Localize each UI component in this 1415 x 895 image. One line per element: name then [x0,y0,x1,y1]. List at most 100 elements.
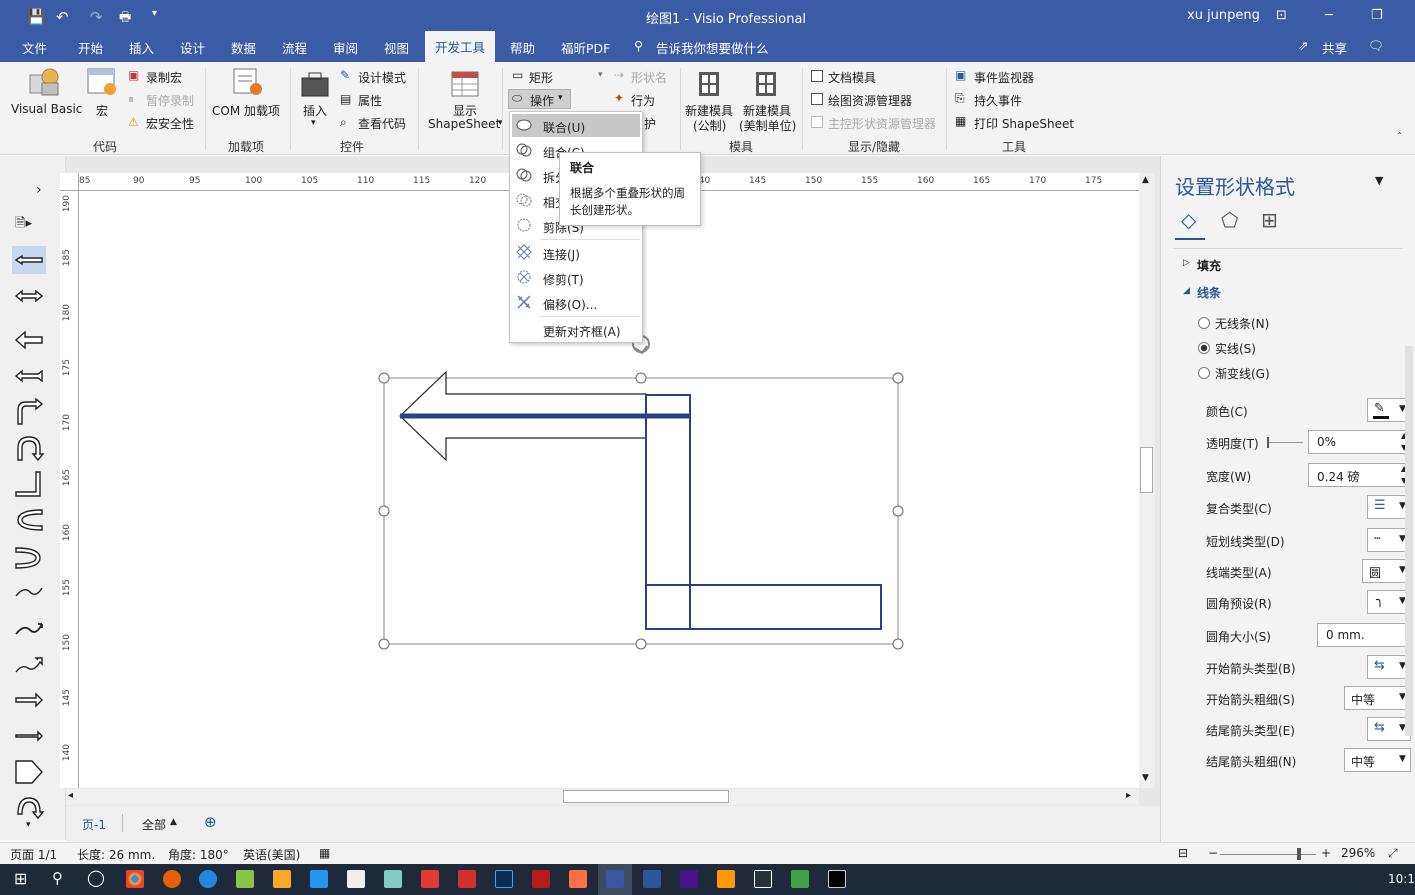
vscode-icon[interactable] [310,870,328,888]
doc-stencil-checkbox[interactable] [811,70,823,82]
stencil-arrow-wave[interactable] [12,614,46,642]
stencil-arrow-bent[interactable] [12,398,46,426]
share-button[interactable]: 共享 [1322,38,1347,57]
line-section-header[interactable]: 线条 [1197,284,1221,301]
ribbon-display-icon[interactable]: ⊡ [1276,8,1287,23]
stencil-arrow-left-notched[interactable] [12,362,46,390]
fit-page-icon[interactable]: ⤢ [1388,846,1398,861]
scroll-up-icon[interactable]: ▲ [1142,175,1149,185]
transparency-slider[interactable] [1267,442,1303,443]
tab-process[interactable]: 流程 [282,38,307,57]
resize-handle[interactable] [892,372,904,384]
tab-view[interactable]: 视图 [384,38,409,57]
gradient-line-radio[interactable] [1198,367,1210,379]
rounding-size-input[interactable]: 0 mm. [1317,623,1411,647]
event-monitor-button[interactable]: 事件监视器 [974,69,1034,86]
horizontal-scrollbar[interactable]: ◂ ▸ [66,789,1139,805]
zoom-slider[interactable] [1220,854,1316,855]
size-properties-icon[interactable]: ⊞ [1261,208,1278,232]
redo-icon[interactable]: ↷ [90,8,103,26]
macro-record-icon[interactable]: ▦ [319,846,330,860]
customize-qat-icon[interactable]: ▾ [152,8,157,19]
transparency-slider-thumb[interactable] [1267,437,1269,448]
chevron-down-icon[interactable]: ▾ [26,820,31,830]
stencil-arrow-curved-left[interactable] [12,506,46,534]
rectangle-button[interactable]: 矩形 [529,69,553,86]
tab-design[interactable]: 设计 [180,38,205,57]
resize-handle[interactable] [378,372,390,384]
app-green-icon[interactable] [791,870,809,888]
windows-start-icon[interactable]: ⊞ [14,869,27,888]
tab-home[interactable]: 开始 [78,38,103,57]
app-purple-icon[interactable] [680,870,698,888]
notepad-icon[interactable] [236,870,254,888]
vertical-rectangle-shape[interactable] [645,394,691,630]
undo-icon[interactable]: ↶ [56,8,69,26]
design-mode-button[interactable]: 设计模式 [358,69,406,86]
pane-scrollbar[interactable] [1405,346,1413,736]
vertical-scroll-thumb[interactable] [1140,447,1153,493]
task-view-icon[interactable]: ◯ [87,868,105,887]
macro-security-button[interactable]: 宏安全性 [146,115,194,132]
stencil-arrow-double[interactable] [12,282,46,310]
pane-options-icon[interactable]: ▼ [1375,174,1383,187]
tab-developer[interactable]: 开发工具 [425,31,496,62]
width-input[interactable]: 0.24 磅▲▼ [1308,463,1412,487]
tab-foxit-pdf[interactable]: 福昕PDF [561,38,610,57]
shape-name-button[interactable]: 形状名 [631,69,667,86]
stencil-pentagon-arrow[interactable] [12,758,46,786]
tab-review[interactable]: 审阅 [333,38,358,57]
resize-handle[interactable] [892,638,904,650]
resize-handle[interactable] [378,505,390,517]
drawing-explorer-checkbox[interactable] [811,93,823,105]
fill-section-header[interactable]: 填充 [1197,257,1221,274]
stencil-arrow-curved-right[interactable] [12,542,46,570]
visual-basic-button[interactable]: Visual Basic [11,102,82,116]
stencil-menu-icon[interactable]: 🗎▸ [15,214,32,236]
effects-icon[interactable]: ⬠ [1221,208,1238,232]
photoshop-icon[interactable] [495,870,513,888]
sublime-icon[interactable] [273,870,291,888]
scroll-right-icon[interactable]: ▸ [1126,790,1131,801]
firefox-icon[interactable] [163,870,181,888]
resize-handle[interactable] [378,638,390,650]
stencil-arrow-u-turn[interactable] [12,434,46,462]
visio-icon[interactable] [606,870,624,888]
stencil-arrow-circular[interactable] [12,794,46,822]
app-icon[interactable] [384,870,402,888]
scroll-left-icon[interactable]: ◂ [68,790,73,801]
page-indicator[interactable]: 页面 1/1 [10,846,57,863]
word-icon[interactable] [643,870,661,888]
horizontal-scroll-thumb[interactable] [563,790,729,803]
insert-control-button[interactable]: 插入 [303,102,327,119]
show-shapesheet-button[interactable]: ShapeSheet [428,117,500,131]
protect-button[interactable]: 护 [644,115,656,132]
comment-icon[interactable]: 🗨 [1368,38,1384,54]
add-page-icon[interactable]: ⊕ [204,813,217,831]
stencil-wave-line[interactable] [12,578,46,606]
share-icon[interactable]: ⇗ [1298,38,1308,53]
transparency-input[interactable]: 0%▲▼ [1308,430,1412,454]
zoom-slider-thumb[interactable] [1297,848,1301,860]
clock[interactable]: 10:14 [1388,872,1415,886]
matlab-icon[interactable] [569,870,587,888]
app-red-icon[interactable] [458,870,476,888]
stencil-arrow-left[interactable] [12,326,46,354]
zoom-out-icon[interactable]: − [1208,846,1218,860]
app-dark-icon[interactable] [754,870,772,888]
stencil-arrow-right[interactable] [12,686,46,714]
tab-insert[interactable]: 插入 [129,38,154,57]
presentation-mode-icon[interactable]: ⊟ [1178,846,1188,860]
end-arrow-size-dropdown[interactable]: 中等 ▼ [1344,748,1411,772]
stencil-arrow-corner[interactable] [12,470,46,498]
com-addins-button[interactable]: COM 加载项 [212,102,280,119]
tell-me-input[interactable]: 告诉我你想要做什么 [656,38,769,57]
print-icon[interactable]: 🖶 [119,8,131,30]
language-indicator[interactable]: 英语(美国) [243,846,300,863]
menu-item-offset[interactable]: 偏移(O)... [543,296,597,313]
fill-line-icon[interactable]: ◇ [1181,208,1196,232]
search-icon[interactable]: ⚲ [52,869,63,887]
macro-button[interactable]: 宏 [96,102,108,119]
acrobat-icon[interactable] [532,870,550,888]
horizontal-rectangle-shape[interactable] [645,584,882,630]
